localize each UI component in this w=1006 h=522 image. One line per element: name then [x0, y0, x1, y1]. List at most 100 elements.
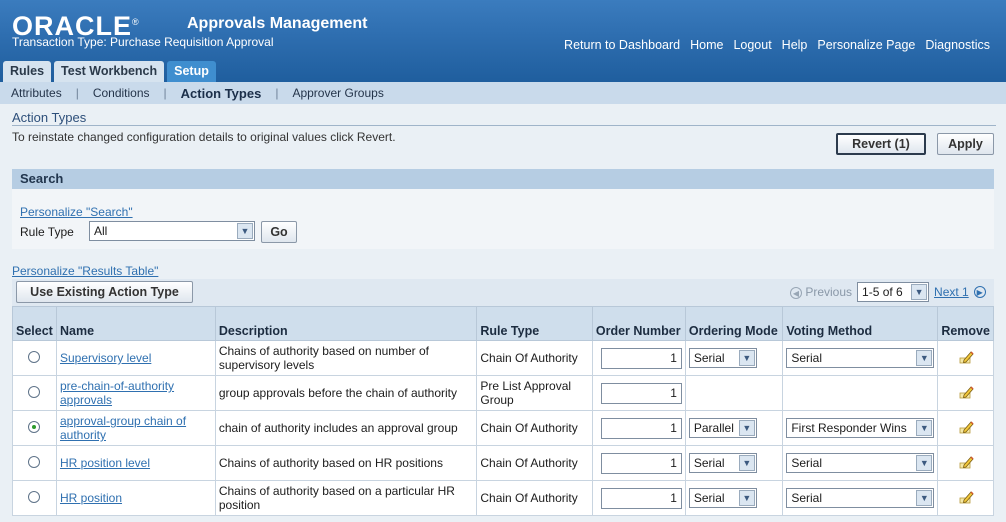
order-number-input[interactable]: 1: [600, 382, 682, 404]
row-voting-method-cell: [782, 375, 939, 411]
action-type-name-link[interactable]: Supervisory level: [60, 351, 151, 365]
action-type-name-link[interactable]: approval-group chain of authority: [60, 414, 186, 442]
logout-link[interactable]: Logout: [733, 38, 771, 52]
col-description: Description: [214, 306, 478, 341]
col-name: Name: [55, 306, 216, 341]
row-radio[interactable]: [28, 350, 41, 363]
row-description: Chains of authority based on number of s…: [214, 340, 478, 376]
ordering-mode-select[interactable]: Serial ▼: [688, 488, 757, 508]
table-header-row: Select Name Description Rule Type Order …: [12, 306, 994, 341]
table-row: pre-chain-of-authority approvals group ap…: [12, 375, 994, 411]
voting-method-select[interactable]: First Responder Wins ▼: [786, 418, 935, 438]
row-rule-type: Chain Of Authority: [476, 340, 593, 376]
action-type-name-link[interactable]: HR position: [60, 491, 122, 505]
row-order-cell: 1: [591, 445, 686, 481]
order-number-input[interactable]: 1: [600, 487, 682, 509]
row-name-cell: HR position: [55, 480, 216, 516]
row-select-cell: [12, 445, 57, 481]
ordering-mode-select[interactable]: Serial ▼: [688, 348, 757, 368]
previous-link: ◀ Previous: [790, 285, 852, 300]
use-existing-action-type-button[interactable]: Use Existing Action Type: [16, 281, 193, 303]
personalize-page-link[interactable]: Personalize Page: [817, 38, 915, 52]
apply-button[interactable]: Apply: [937, 133, 994, 155]
chevron-down-icon: ▼: [738, 490, 755, 506]
ordering-mode-select[interactable]: Parallel ▼: [688, 418, 757, 438]
page-range-select[interactable]: 1-5 of 6 ▼: [857, 282, 930, 302]
go-button[interactable]: Go: [261, 221, 297, 243]
rule-type-select[interactable]: All ▼: [89, 221, 255, 241]
row-radio[interactable]: [28, 420, 41, 433]
home-link[interactable]: Home: [690, 38, 723, 52]
personalize-results-link[interactable]: Personalize "Results Table": [12, 264, 158, 278]
results-table: Select Name Description Rule Type Order …: [12, 306, 994, 516]
subnav-action-types[interactable]: Action Types: [181, 86, 262, 101]
pencil-edit-icon[interactable]: [958, 349, 974, 365]
row-voting-method-cell: Serial ▼: [782, 445, 939, 481]
row-order-cell: 1: [591, 375, 686, 411]
next-link[interactable]: Next 1: [934, 285, 969, 299]
col-order-number: Order Number: [591, 306, 686, 341]
subnav-conditions[interactable]: Conditions: [93, 86, 150, 100]
previous-circle-icon: ◀: [790, 287, 802, 300]
help-link[interactable]: Help: [782, 38, 808, 52]
personalize-search-link[interactable]: Personalize "Search": [20, 205, 133, 219]
pencil-edit-icon[interactable]: [958, 489, 974, 505]
main-tabs: Rules Test Workbench Setup: [3, 61, 216, 82]
row-description: Chains of authority based on HR position…: [214, 445, 478, 481]
voting-method-select[interactable]: Serial ▼: [786, 453, 935, 473]
col-rule-type: Rule Type: [476, 306, 593, 341]
subnav-separator: |: [163, 86, 167, 100]
revert-button[interactable]: Revert (1): [836, 133, 926, 155]
transaction-type: Transaction Type: Purchase Requisition A…: [12, 35, 274, 49]
rule-type-value: All: [94, 224, 108, 238]
next-circle-icon[interactable]: ▶: [973, 286, 986, 298]
row-description: group approvals before the chain of auth…: [214, 375, 478, 411]
ordering-mode-select[interactable]: Serial ▼: [688, 453, 757, 473]
diagnostics-link[interactable]: Diagnostics: [925, 38, 990, 52]
pencil-edit-icon[interactable]: [958, 454, 974, 470]
chevron-down-icon: ▼: [916, 455, 933, 471]
pencil-edit-icon[interactable]: [958, 384, 974, 400]
order-number-input[interactable]: 1: [600, 417, 682, 439]
action-type-name-link[interactable]: pre-chain-of-authority approvals: [60, 379, 174, 407]
subnav-attributes[interactable]: Attributes: [11, 86, 62, 100]
col-remove: Remove: [937, 306, 994, 341]
voting-method-select[interactable]: Serial ▼: [786, 348, 935, 368]
row-select-cell: [12, 480, 57, 516]
subnav-approver-groups[interactable]: Approver Groups: [292, 86, 383, 100]
order-number-input[interactable]: 1: [600, 347, 682, 369]
title-divider: [12, 125, 996, 126]
pencil-edit-icon[interactable]: [958, 419, 974, 435]
row-remove-cell: [937, 340, 994, 376]
tab-rules[interactable]: Rules: [3, 61, 52, 82]
row-description: Chains of authority based on a particula…: [214, 480, 478, 516]
col-ordering-mode: Ordering Mode: [684, 306, 784, 341]
row-voting-method-cell: First Responder Wins ▼: [782, 410, 939, 446]
row-rule-type: Chain Of Authority: [476, 480, 593, 516]
row-ordering-mode-cell: Serial ▼: [684, 480, 784, 516]
row-radio[interactable]: [28, 385, 41, 398]
row-radio[interactable]: [28, 490, 41, 503]
action-type-name-link[interactable]: HR position level: [60, 456, 150, 470]
voting-method-select[interactable]: Serial ▼: [786, 488, 935, 508]
row-ordering-mode-cell: Serial ▼: [684, 445, 784, 481]
page-title: Action Types: [12, 110, 87, 125]
row-remove-cell: [937, 375, 994, 411]
row-voting-method-cell: Serial ▼: [782, 480, 939, 516]
table-row: approval-group chain of authority chain o…: [12, 410, 994, 446]
tab-setup[interactable]: Setup: [167, 61, 216, 82]
row-remove-cell: [937, 410, 994, 446]
row-name-cell: HR position level: [55, 445, 216, 481]
chevron-down-icon: ▼: [738, 350, 755, 366]
sub-navigation: Attributes | Conditions | Action Types |…: [0, 82, 1006, 104]
order-number-input[interactable]: 1: [600, 452, 682, 474]
col-voting-method: Voting Method: [782, 306, 939, 341]
row-remove-cell: [937, 445, 994, 481]
row-select-cell: [12, 410, 57, 446]
row-name-cell: pre-chain-of-authority approvals: [55, 375, 216, 411]
row-order-cell: 1: [591, 410, 686, 446]
row-radio[interactable]: [28, 455, 41, 468]
tab-test-workbench[interactable]: Test Workbench: [54, 61, 165, 82]
pagination: ◀ Previous 1-5 of 6 ▼ Next 1 ▶: [790, 282, 986, 302]
return-to-dashboard-link[interactable]: Return to Dashboard: [564, 38, 680, 52]
